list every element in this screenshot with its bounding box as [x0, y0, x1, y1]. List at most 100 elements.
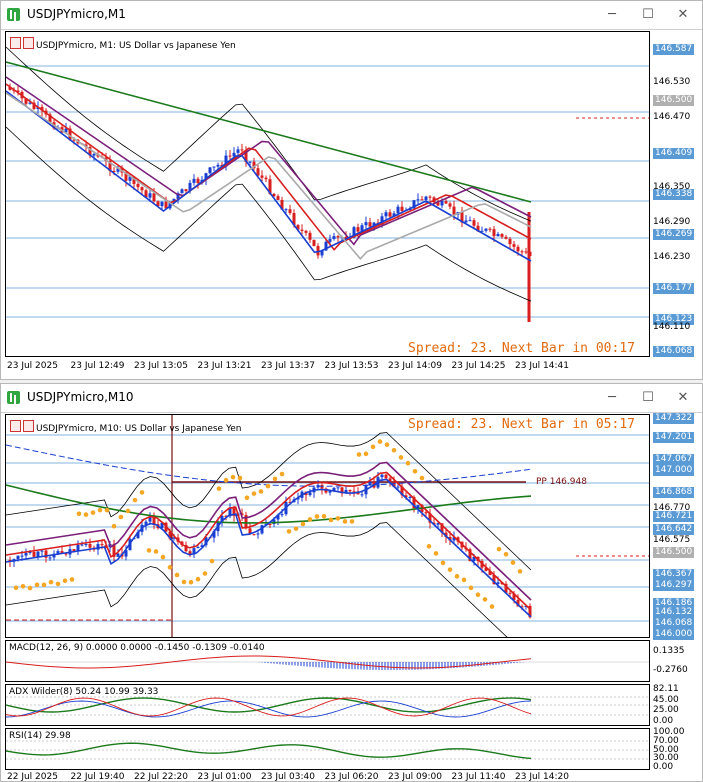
price-label: 147.322 [653, 412, 695, 424]
parabolic-sar-dot [27, 585, 33, 591]
candle-body [516, 246, 520, 252]
parabolic-sar-dot [244, 495, 250, 501]
ma-blue-long [6, 444, 532, 487]
rsi-panel[interactable]: RSI(14) 29.98 [5, 728, 650, 770]
plot-area[interactable]: USDJPYmicro, M10: US Dollar vs Japanese … [5, 414, 650, 638]
parabolic-sar-dot [265, 483, 271, 489]
parabolic-sar-dot [160, 554, 166, 560]
parabolic-sar-dot [153, 549, 159, 554]
candle-body [368, 222, 372, 227]
parabolic-sar-dot [230, 474, 236, 480]
title-bar[interactable]: USDJPYmicro,M10 ─ ☐ ✕ [1, 384, 702, 413]
candle-body [336, 487, 340, 489]
price-label: 146.868 [653, 486, 695, 498]
price-chart-m10[interactable]: USDJPYmicro, M10: US Dollar vs Japanese … [5, 412, 702, 782]
candle-body [400, 206, 404, 211]
parabolic-sar-dot [517, 569, 523, 574]
symbol-icon [23, 37, 34, 49]
title-bar[interactable]: USDJPYmicro,M1 ─ ☐ ✕ [1, 1, 702, 30]
price-label: 146.000 [653, 628, 695, 640]
minimize-button[interactable]: ─ [601, 6, 623, 24]
candle-body [140, 187, 144, 191]
parabolic-sar-dot [279, 471, 285, 477]
parabolic-sar-dot [419, 475, 425, 481]
candle-body [216, 164, 220, 167]
candle-body [332, 236, 336, 239]
parabolic-sar-dot [223, 477, 229, 483]
price-label: 146.409 [653, 147, 695, 159]
price-label: 146.297 [653, 580, 695, 592]
price-chart-m1[interactable]: USDJPYmicro, M1: US Dollar vs Japanese Y… [5, 31, 702, 379]
candle-body [492, 229, 496, 237]
minimize-button[interactable]: ─ [601, 389, 623, 407]
time-label: 22 Jul 2025 [7, 772, 58, 782]
parabolic-sar-dot [251, 491, 257, 496]
chart-window-m1[interactable]: USDJPYmicro,M1 ─ ☐ ✕ USDJPYmicro, M1: US… [0, 0, 703, 380]
candle-body [308, 232, 312, 240]
parabolic-sar-dot [111, 523, 117, 529]
candle-body [212, 166, 216, 168]
chart-window-m10[interactable]: USDJPYmicro,M10 ─ ☐ ✕ USDJPYmicro, M10: … [0, 383, 703, 782]
parabolic-sar-dot [384, 442, 390, 447]
indicator-axis-label: 0.1335 [653, 646, 685, 656]
macd-panel[interactable]: MACD(12, 26, 9) 0.0000 0.0000 -0.1450 -0… [5, 640, 650, 682]
candlestick-chart[interactable] [6, 415, 650, 638]
window-title: USDJPYmicro,M10 [27, 390, 134, 404]
pivot-label: PP 146.948 [536, 477, 587, 487]
candle-body [80, 544, 84, 546]
time-label: 23 Jul 11:40 [451, 772, 506, 782]
parabolic-sar-dot [447, 567, 453, 572]
parabolic-sar-dot [496, 546, 502, 552]
parabolic-sar-dot [167, 565, 173, 570]
ma-red [6, 83, 532, 251]
rsi-line [6, 742, 532, 760]
close-button[interactable]: ✕ [672, 389, 694, 407]
symbol-icon [10, 420, 21, 432]
parabolic-sar-dot [503, 551, 509, 557]
time-label: 22 Jul 19:40 [70, 772, 125, 782]
parabolic-sar-dot [69, 577, 75, 582]
candle-body [364, 222, 368, 226]
parabolic-sar-dot [125, 508, 131, 514]
candle-body [84, 544, 88, 546]
maximize-button[interactable]: ☐ [637, 6, 659, 24]
candle-body [424, 512, 428, 514]
candle-body [368, 481, 372, 486]
candle-body [276, 196, 280, 200]
candlestick-chart[interactable] [6, 32, 650, 357]
candle-body [280, 514, 284, 516]
parabolic-sar-dot [300, 521, 306, 527]
parabolic-sar-dot [426, 544, 432, 549]
parabolic-sar-dot [237, 475, 243, 481]
parabolic-sar-dot [202, 571, 208, 576]
price-label: 146.721 [653, 510, 695, 522]
candle-body [508, 592, 512, 594]
parabolic-sar-dot [216, 486, 222, 491]
candle-body [328, 238, 332, 242]
candle-body [192, 178, 196, 183]
chart-label-text: USDJPYmicro, M1: US Dollar vs Japanese Y… [36, 41, 236, 51]
candle-body [236, 149, 240, 153]
parabolic-sar-dot [174, 572, 180, 578]
candle-body [256, 533, 260, 535]
parabolic-sar-dot [41, 582, 47, 588]
price-label: 146.530 [653, 77, 691, 88]
spread-text: Spread: 23. Next Bar in 00:17 [408, 341, 635, 356]
adx-panel[interactable]: ADX Wilder(8) 50.24 10.99 39.33 [5, 684, 650, 726]
maximize-button[interactable]: ☐ [637, 389, 659, 407]
plot-area[interactable]: USDJPYmicro, M1: US Dollar vs Japanese Y… [5, 31, 650, 357]
candle-body [260, 175, 264, 178]
candle-body [408, 496, 412, 498]
chart-label: USDJPYmicro, M1: US Dollar vs Japanese Y… [10, 37, 236, 51]
chart-icon [7, 8, 20, 21]
time-label: 23 Jul 12:49 [70, 361, 125, 371]
parabolic-sar-dot [62, 578, 68, 584]
candle-body [152, 193, 156, 202]
candle-body [384, 212, 388, 217]
candle-body [16, 555, 20, 560]
candle-body [380, 474, 384, 478]
candle-body [360, 494, 364, 496]
time-label: 23 Jul 13:53 [324, 361, 379, 371]
parabolic-sar-dot [405, 460, 411, 466]
close-button[interactable]: ✕ [672, 6, 694, 24]
